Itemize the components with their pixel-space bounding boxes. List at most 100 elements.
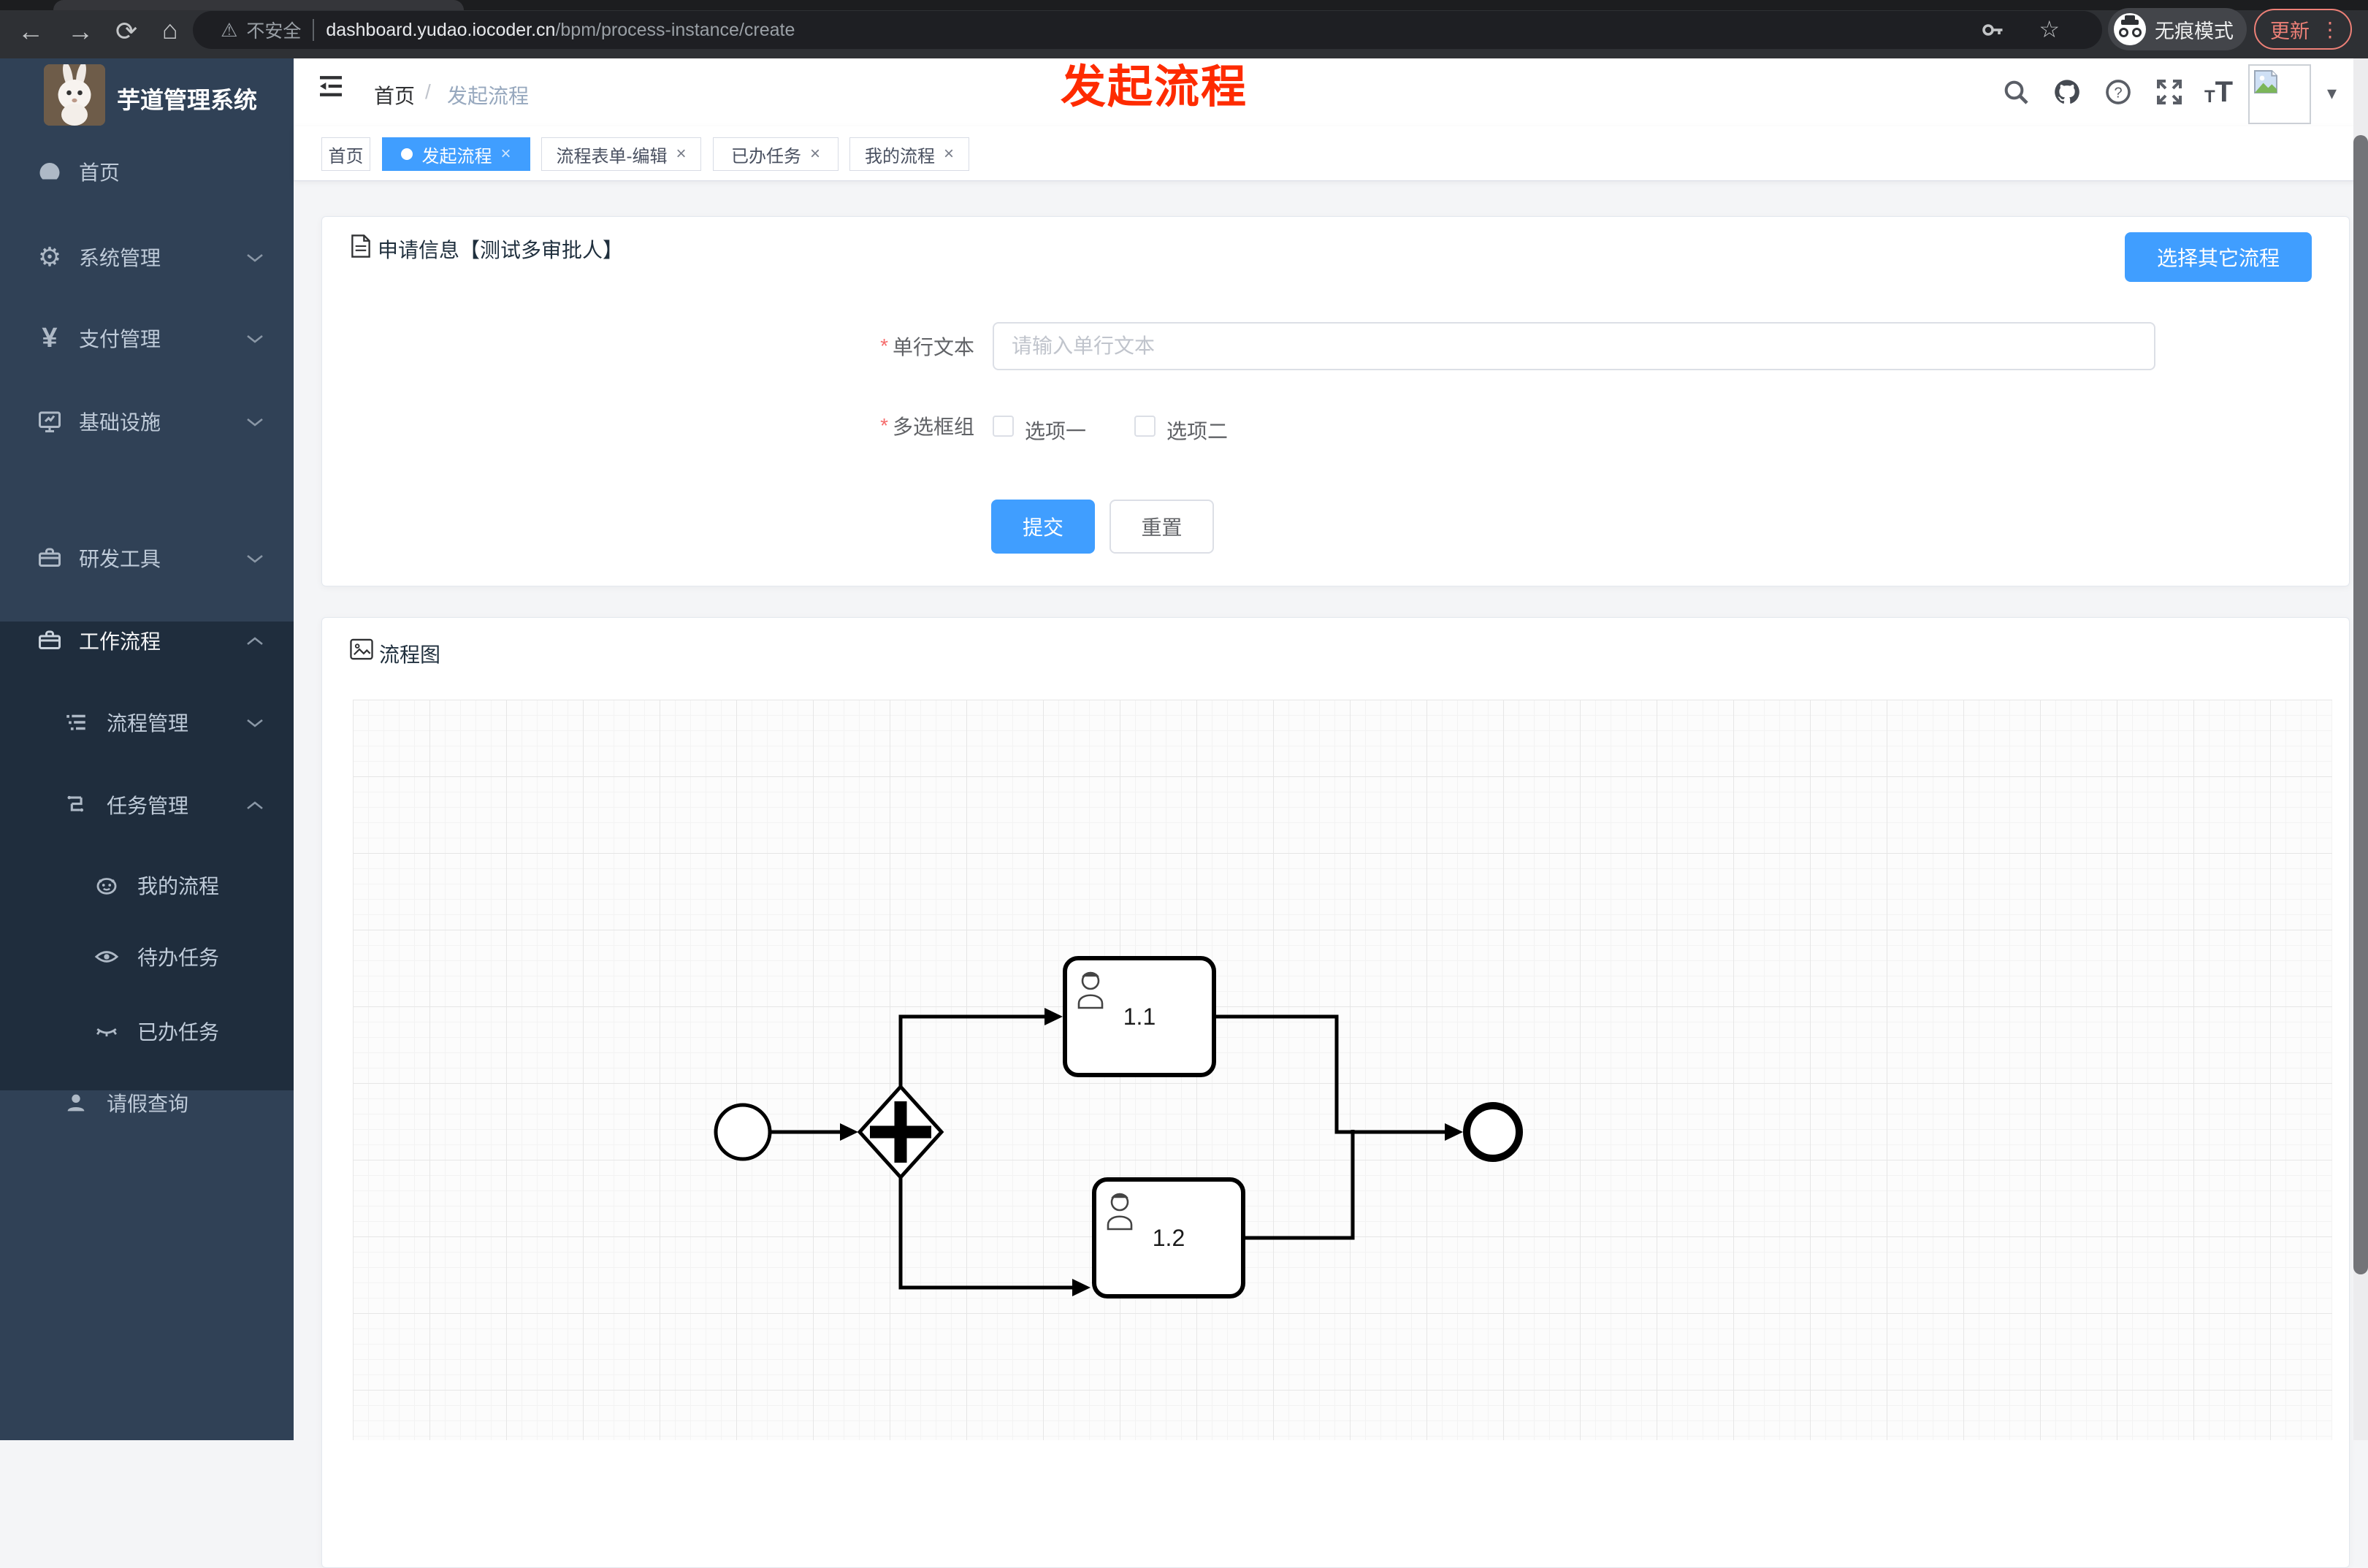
tab-label: 首页	[328, 146, 364, 167]
annotation-text: 发起流程	[1061, 62, 1248, 112]
skill-flow-icon	[61, 790, 91, 819]
submit-button[interactable]: 提交	[991, 500, 1095, 554]
select-other-process-button[interactable]: 选择其它流程	[2125, 232, 2312, 282]
end-event[interactable]	[1463, 1102, 1523, 1162]
sidebar-item-todo-tasks[interactable]: 待办任务	[0, 928, 294, 986]
user-task-1-2[interactable]: 1.2	[1092, 1177, 1245, 1299]
sidebar-item-payment[interactable]: ¥ 支付管理	[0, 309, 294, 367]
close-icon[interactable]: ×	[810, 144, 820, 164]
form-label-row: * 单行文本	[322, 322, 974, 370]
sidebar-item-my-process[interactable]: 我的流程	[0, 856, 294, 914]
reset-button[interactable]: 重置	[1109, 500, 1214, 554]
key-icon[interactable]	[1979, 17, 2006, 47]
sidebar-item-label: 支付管理	[79, 328, 161, 351]
close-icon[interactable]: ×	[500, 144, 511, 164]
sidebar-item-label: 任务管理	[107, 795, 189, 817]
sidebar-item-label: 系统管理	[79, 247, 161, 269]
button-label: 提交	[1022, 516, 1063, 539]
sidebar-item-home[interactable]: 首页	[0, 142, 294, 201]
chevron-down-icon	[245, 711, 264, 734]
tab-label: 发起流程	[421, 146, 492, 167]
sidebar-item-task-mgmt[interactable]: 任务管理	[0, 776, 294, 834]
kebab-menu-icon[interactable]: ⋮	[2320, 18, 2340, 42]
sidebar-item-done-tasks[interactable]: 已办任务	[0, 1002, 294, 1060]
app-title: 芋道管理系统	[117, 87, 258, 113]
sidebar-item-system[interactable]: ⚙ 系统管理	[0, 228, 294, 286]
url-path: /bpm/process-instance/create	[555, 19, 795, 40]
button-label: 选择其它流程	[2156, 247, 2280, 269]
view-tab-home[interactable]: 首页	[321, 137, 370, 171]
forward-icon[interactable]: →	[67, 18, 93, 45]
eye-closed-icon	[92, 1017, 121, 1046]
close-icon[interactable]: ×	[676, 144, 686, 164]
search-icon[interactable]	[2001, 77, 2031, 107]
required-asterisk: *	[880, 334, 888, 357]
reload-icon[interactable]: ⟳	[115, 18, 137, 45]
view-tab-form-edit[interactable]: 流程表单-编辑 ×	[541, 137, 701, 171]
sidebar-item-label: 工作流程	[79, 630, 161, 653]
app-logo-avatar	[44, 64, 105, 126]
card-title: 申请信息【测试多审批人】	[378, 239, 624, 261]
button-label: 重置	[1141, 516, 1183, 539]
sidebar-item-infrastructure[interactable]: 基础设施	[0, 392, 294, 451]
active-tab-dot	[401, 148, 413, 160]
view-tab-my-process[interactable]: 我的流程 ×	[849, 137, 969, 171]
help-icon[interactable]: ?	[2104, 77, 2133, 107]
bpmn-diagram: 1.1 1.2	[714, 956, 1523, 1299]
checkbox-option-2[interactable]	[1134, 416, 1156, 437]
security-label: 不安全	[246, 21, 302, 42]
tab-label: 我的流程	[864, 146, 935, 167]
briefcase-icon	[35, 626, 64, 655]
update-button[interactable]: 更新 ⋮	[2254, 9, 2352, 50]
caret-down-icon[interactable]: ▾	[2327, 82, 2337, 104]
hamburger-icon[interactable]	[316, 72, 346, 101]
sidebar-item-label: 请假查询	[107, 1093, 189, 1115]
start-event[interactable]	[714, 1103, 772, 1161]
url-host: dashboard.yudao.iocoder.cn	[326, 19, 556, 40]
parallel-gateway[interactable]	[857, 1084, 944, 1180]
url-bar[interactable]: ⚠ 不安全 dashboard.yudao.iocoder.cn/bpm/pro…	[193, 11, 2102, 49]
sidebar-item-leave-query[interactable]: 请假查询	[0, 1074, 294, 1132]
chevron-up-icon	[245, 629, 264, 652]
back-icon[interactable]: ←	[18, 18, 44, 45]
sidebar: 芋道管理系统 首页 ⚙ 系统管理 ¥ 支付管理 基础设施 研发工具 工作流程 流…	[0, 58, 294, 1440]
incognito-icon	[2114, 13, 2146, 45]
single-line-text-input[interactable]	[993, 322, 2155, 370]
close-icon[interactable]: ×	[944, 144, 954, 164]
gear-icon: ⚙	[37, 242, 62, 272]
sidebar-item-process-mgmt[interactable]: 流程管理	[0, 693, 294, 752]
fullscreen-icon[interactable]	[2155, 77, 2184, 107]
tab-label: 流程表单-编辑	[556, 146, 668, 167]
sidebar-item-label: 研发工具	[79, 548, 161, 570]
card-title: 流程图	[379, 643, 441, 666]
incognito-badge: 无痕模式	[2108, 8, 2247, 50]
font-size-icon[interactable]: TT	[2204, 76, 2233, 109]
sidebar-item-dev-tools[interactable]: 研发工具	[0, 529, 294, 587]
avatar[interactable]	[2248, 64, 2311, 124]
monitor-icon	[35, 407, 64, 436]
checkbox-label[interactable]: 选项二	[1166, 416, 1228, 445]
browser-active-tab[interactable]	[53, 0, 464, 10]
sidebar-item-label: 待办任务	[137, 946, 220, 969]
incognito-label: 无痕模式	[2155, 20, 2234, 42]
view-tab-done-tasks[interactable]: 已办任务 ×	[713, 137, 839, 171]
chevron-down-icon	[245, 546, 264, 570]
scrollbar-thumb[interactable]	[2353, 135, 2368, 1274]
home-icon[interactable]: ⌂	[162, 17, 178, 43]
sidebar-item-label: 基础设施	[79, 411, 161, 434]
dashboard-icon	[35, 157, 64, 186]
star-icon[interactable]: ☆	[2039, 15, 2060, 43]
sidebar-item-workflow[interactable]: 工作流程	[0, 611, 294, 670]
yen-icon: ¥	[42, 322, 58, 353]
user-task-1-1[interactable]: 1.1	[1063, 956, 1216, 1077]
checkbox-option-1[interactable]	[993, 416, 1014, 437]
eye-icon	[92, 942, 121, 971]
update-label: 更新	[2270, 20, 2310, 42]
warning-icon: ⚠	[221, 18, 238, 41]
github-icon[interactable]	[2052, 77, 2082, 107]
breadcrumb-home[interactable]: 首页	[374, 80, 415, 110]
image-icon	[350, 638, 373, 664]
checkbox-label[interactable]: 选项一	[1025, 416, 1086, 445]
view-tab-initiate-process[interactable]: 发起流程 ×	[382, 137, 530, 171]
task-label: 1.2	[1153, 1225, 1185, 1251]
